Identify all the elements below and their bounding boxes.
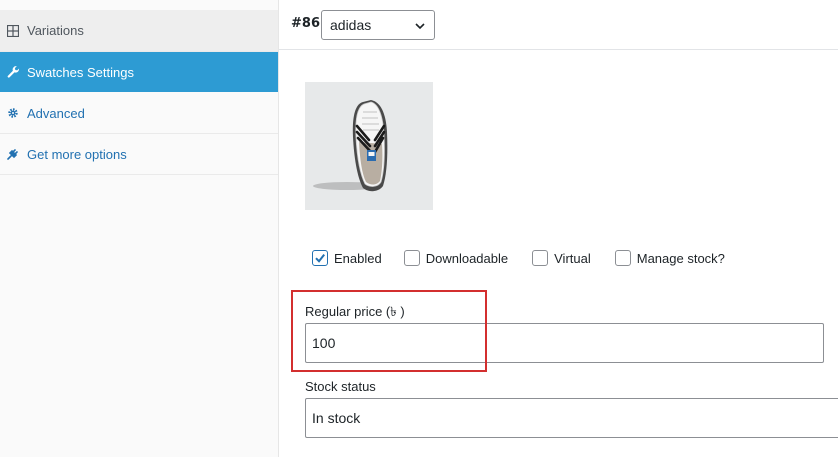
virtual-checkbox[interactable]: Virtual (532, 250, 591, 266)
checkbox-label: Downloadable (425, 250, 509, 266)
wrench-icon (6, 65, 20, 79)
variation-options: Enabled Downloadable Virtual Manage stoc… (312, 248, 749, 268)
variation-header: #86 adidas (279, 0, 838, 50)
variation-attribute-select[interactable]: adidas (321, 10, 435, 40)
sidebar-item-label: Get more options (27, 146, 127, 162)
downloadable-checkbox[interactable]: Downloadable (403, 250, 509, 266)
sidebar-item-swatches-settings[interactable]: Swatches Settings (0, 52, 278, 92)
stock-status-label: Stock status (305, 379, 376, 394)
sidebar-item-label: Advanced (27, 105, 85, 121)
checkbox-label: Manage stock? (636, 250, 725, 266)
gear-icon (6, 106, 20, 120)
stock-status-value: In stock (312, 410, 361, 426)
settings-sidebar: Variations Swatches Settings Advanced Ge… (0, 0, 279, 457)
checkbox-box[interactable] (312, 250, 328, 266)
variation-id: #86 (291, 16, 320, 31)
manage-stock-checkbox[interactable]: Manage stock? (614, 250, 725, 266)
regular-price-label: Regular price (৳ ) (305, 304, 405, 319)
stock-status-select[interactable]: In stock (305, 398, 838, 438)
checkmark-icon (315, 253, 325, 263)
sidebar-item-label: Swatches Settings (27, 64, 134, 80)
sidebar-item-advanced[interactable]: Advanced (0, 93, 278, 134)
plug-icon (6, 147, 20, 161)
variation-attribute-value: adidas (330, 17, 372, 33)
regular-price-value: 100 (312, 335, 336, 351)
sidebar-item-variations[interactable]: Variations (0, 10, 278, 52)
chevron-down-icon (414, 19, 426, 31)
checkbox-label: Enabled (334, 250, 382, 266)
checkbox-box[interactable] (403, 250, 420, 266)
enabled-checkbox[interactable]: Enabled (312, 250, 382, 266)
variation-image[interactable] (305, 82, 433, 210)
checkbox-box[interactable] (614, 250, 631, 266)
grid-icon (6, 24, 20, 38)
variation-panel: #86 adidas Enabled Downloadable Virtual … (279, 0, 838, 457)
regular-price-input[interactable]: 100 (305, 323, 824, 363)
checkbox-label: Virtual (554, 250, 591, 266)
checkbox-box[interactable] (532, 250, 549, 266)
sidebar-item-label: Variations (27, 23, 84, 38)
sidebar-item-get-more-options[interactable]: Get more options (0, 134, 278, 175)
sneaker-image (305, 82, 433, 210)
